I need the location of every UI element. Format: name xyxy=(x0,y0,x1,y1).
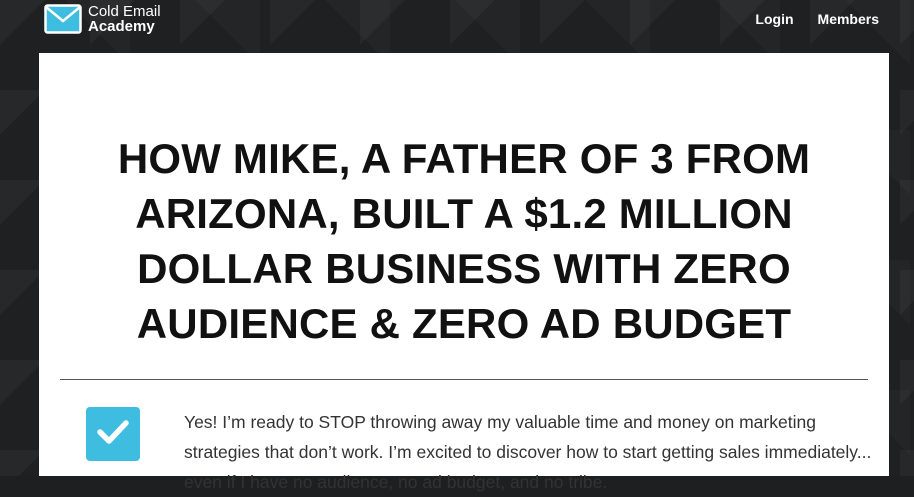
nav-members-link[interactable]: Members xyxy=(818,11,879,27)
checkmark-icon xyxy=(96,417,130,452)
optin-checkbox-row: Yes! I’m ready to STOP throwing away my … xyxy=(86,407,876,497)
top-navigation-bar: Cold Email Academy Login Members xyxy=(0,0,914,52)
main-nav: Login Members xyxy=(731,11,879,27)
optin-checkbox[interactable] xyxy=(86,407,140,461)
logo-line-1: Cold Email xyxy=(88,3,161,20)
page-headline: HOW MIKE, A FATHER OF 3 FROM ARIZONA, BU… xyxy=(117,135,811,347)
optin-text: Yes! I’m ready to STOP throwing away my … xyxy=(184,412,872,492)
nav-login-link[interactable]: Login xyxy=(755,11,793,27)
logo-text: Cold Email Academy xyxy=(88,4,161,34)
site-logo[interactable]: Cold Email Academy xyxy=(44,4,161,34)
divider xyxy=(60,379,868,380)
content-panel: HOW MIKE, A FATHER OF 3 FROM ARIZONA, BU… xyxy=(39,53,889,492)
envelope-icon xyxy=(44,4,82,34)
logo-line-2: Academy xyxy=(88,18,155,35)
